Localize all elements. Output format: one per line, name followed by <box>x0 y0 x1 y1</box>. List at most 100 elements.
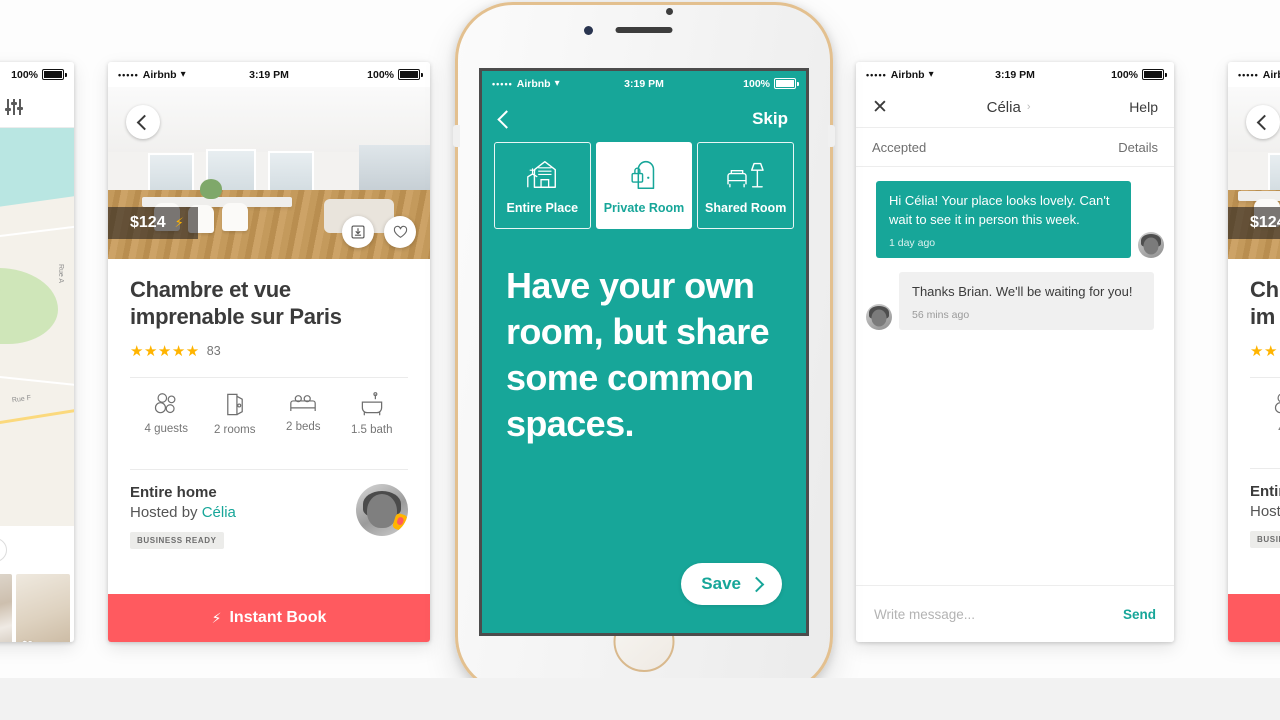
message-text: Hi Célia! Your place looks lovely. Can't… <box>889 193 1110 227</box>
entire-place-house-icon <box>527 160 557 188</box>
host-row[interactable]: Entire home Hosted by Célia BUSINESS REA… <box>130 470 408 549</box>
thread-title[interactable]: Célia › <box>987 99 1031 116</box>
instant-book-button[interactable] <box>1228 594 1280 642</box>
listing-info: Chim ★★ 4 g Entir Host BUSIN <box>1228 259 1280 548</box>
guest-avatar[interactable] <box>1138 231 1164 258</box>
star-rating-icon: ★★ <box>1250 342 1278 360</box>
fact-bath: 1.5 bath <box>338 391 407 436</box>
instant-book-bolt-icon: ⚡ <box>211 609 222 626</box>
message-thread: Hi Célia! Your place looks lovely. Can't… <box>856 167 1174 330</box>
fact-label: 2 rooms <box>213 423 256 436</box>
reservation-status-row: Accepted Details <box>856 128 1174 167</box>
help-button[interactable]: Help <box>1129 99 1158 115</box>
fact-beds: 2 beds <box>269 392 338 436</box>
price-amount: $124 <box>130 214 166 231</box>
listing-thumbnail[interactable]: $9 En <box>16 574 70 642</box>
battery-percent-label: 100% <box>367 68 394 81</box>
map-canvas[interactable]: Rue de l'Oise H ARR. e Jaurès Rue A TES … <box>0 128 74 526</box>
chevron-right-icon: › <box>1026 101 1031 113</box>
wifi-icon: ▾ <box>928 69 934 80</box>
carrier-label: Airbnb <box>516 77 551 90</box>
screen-onboarding-room-type[interactable]: ••••• Airbnb ▾ 3:19 PM 100% Skip Entire … <box>479 68 809 636</box>
carrier-label: Airbnb <box>142 68 177 81</box>
room-type-shared-room[interactable]: Shared Room <box>697 142 795 229</box>
host-avatar[interactable] <box>866 303 892 330</box>
thumbnail-price: $9 <box>22 640 33 642</box>
battery-icon <box>1142 69 1167 80</box>
map-label-rue: Rue A <box>56 263 64 284</box>
message-bubble[interactable]: Thanks Brian. We'll be waiting for you! … <box>899 271 1154 330</box>
room-type-selector: Entire Place Private Room Shared Room <box>482 142 806 229</box>
save-to-list-button[interactable] <box>342 216 374 248</box>
battery-icon <box>42 69 67 80</box>
save-button[interactable]: Save <box>681 563 782 605</box>
host-row[interactable]: Entir Host BUSIN <box>1250 469 1280 548</box>
carrier-label: Airbnb <box>1262 68 1280 81</box>
message-composer[interactable]: Write message... Send <box>856 585 1174 642</box>
instant-book-button[interactable]: ⚡ Instant Book <box>108 594 430 642</box>
status-bar: ••••• Airbnb ▾ 3:19 PM 100% <box>108 62 430 87</box>
battery-icon <box>398 69 423 80</box>
skip-button[interactable]: Skip <box>752 109 788 129</box>
thread-title-label: Célia <box>986 98 1021 116</box>
status-bar: ••••• Airbnb <box>1228 62 1280 87</box>
room-type-entire-place[interactable]: Entire Place <box>494 142 591 229</box>
back-chevron-icon <box>1256 114 1273 130</box>
close-x-icon[interactable]: ✕ <box>872 98 888 117</box>
listing-thumbnail[interactable] <box>0 574 12 642</box>
message-input[interactable]: Write message... <box>874 607 1123 622</box>
onboarding-navbar: Skip <box>482 96 806 142</box>
map-major-road <box>0 406 74 433</box>
favorite-button[interactable] <box>384 216 416 248</box>
iphone-mockup: ••••• Airbnb ▾ 3:19 PM 100% Skip Entire … <box>453 2 835 694</box>
listing-hero-photo[interactable]: $124 <box>1228 87 1280 259</box>
message-bubble[interactable]: Hi Célia! Your place looks lovely. Can't… <box>876 181 1131 258</box>
business-ready-badge: BUSIN <box>1250 530 1280 548</box>
filter-sliders-icon[interactable] <box>4 99 24 115</box>
signal-dots-icon: ••••• <box>492 78 513 89</box>
star-rating-icon: ★★★★★ <box>130 342 200 360</box>
status-bar: ••••• Airbnb ▾ 3:19 PM 100% <box>856 62 1174 87</box>
host-avatar[interactable] <box>356 483 408 536</box>
chevron-right-icon <box>748 576 765 592</box>
back-button[interactable] <box>1246 105 1280 139</box>
price-badge: $124 <box>1228 207 1280 239</box>
heart-icon <box>393 225 407 238</box>
listing-info: Chambre et vue imprenable sur Paris ★★★★… <box>108 259 430 549</box>
details-button[interactable]: Details <box>1118 140 1158 155</box>
message-row-outgoing: Hi Célia! Your place looks lovely. Can't… <box>856 181 1174 258</box>
listing-title-line2: im <box>1250 303 1276 329</box>
listing-thumbnails: $9 En <box>0 574 74 642</box>
screen-map-search[interactable]: ••••• 100% Rue de l'Oise H ARR. e Jaurès… <box>0 62 74 642</box>
rating-row[interactable]: ★★ <box>1250 342 1280 360</box>
signal-dots-icon: ••••• <box>866 69 887 80</box>
room-type-private-room[interactable]: Private Room <box>595 142 693 229</box>
host-name-link[interactable]: Célia <box>202 504 236 521</box>
wifi-icon: ▾ <box>554 78 560 89</box>
home-type-label: Entir <box>1250 482 1280 500</box>
screen-listing-detail[interactable]: ••••• Airbnb ▾ 3:19 PM 100% $124 ⚡ Chamb… <box>108 62 430 642</box>
signal-dots-icon: ••••• <box>1238 69 1259 80</box>
status-bar: ••••• Airbnb ▾ 3:19 PM 100% <box>482 71 806 96</box>
map-about-row: bout <box>0 526 74 574</box>
screen-messages[interactable]: ••••• Airbnb ▾ 3:19 PM 100% ✕ Célia › He… <box>856 62 1174 642</box>
wifi-icon: ▾ <box>180 69 186 80</box>
listing-title: Chambre et vue imprenable sur Paris <box>130 277 342 329</box>
send-button[interactable]: Send <box>1123 607 1156 622</box>
room-type-label: Shared Room <box>705 201 787 215</box>
save-to-list-icon <box>351 225 365 239</box>
hosted-by-prefix: Hosted by <box>130 503 202 521</box>
battery-percent-label: 100% <box>11 68 38 81</box>
rating-row[interactable]: ★★★★★ 83 <box>130 342 408 360</box>
listing-facts: 4 guests 2 rooms 2 beds 1.5 bath <box>130 378 408 452</box>
carrier-label: Airbnb <box>890 68 925 81</box>
fact-rooms: 2 rooms <box>201 392 270 436</box>
back-chevron-icon[interactable] <box>497 109 516 129</box>
map-park <box>0 268 58 344</box>
beds-icon <box>290 394 317 411</box>
host-info: Entire home Hosted by Célia BUSINESS REA… <box>130 484 236 549</box>
about-pill-button[interactable]: bout <box>0 538 8 562</box>
screen-listing-detail-right[interactable]: ••••• Airbnb $124 Chim ★★ <box>1228 62 1280 642</box>
back-button[interactable] <box>126 105 160 139</box>
signal-dots-icon: ••••• <box>118 69 139 80</box>
